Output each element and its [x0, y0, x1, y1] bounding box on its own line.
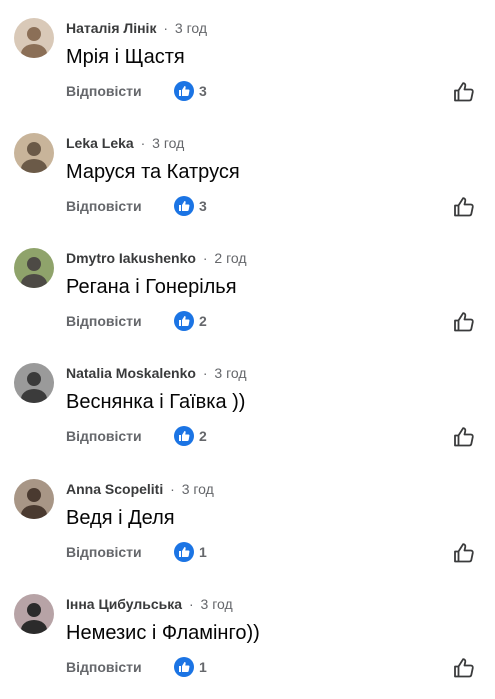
author-name[interactable]: Anna Scopeliti — [66, 481, 163, 497]
comment: Natalia Moskalenko · 3 год Веснянка і Га… — [0, 345, 495, 461]
timestamp[interactable]: 2 год — [214, 250, 246, 266]
separator-dot: · — [202, 365, 208, 381]
timestamp[interactable]: 3 год — [152, 135, 184, 151]
avatar-image — [14, 594, 54, 634]
like-reaction-icon — [174, 657, 194, 677]
reply-button[interactable]: Відповісти — [66, 312, 142, 330]
author-name[interactable]: Natalia Moskalenko — [66, 365, 196, 381]
like-reaction-icon — [174, 311, 194, 331]
avatar[interactable] — [14, 594, 54, 634]
avatar[interactable] — [14, 133, 54, 173]
separator-dot: · — [163, 20, 169, 36]
comment-text: Ведя і Деля — [66, 507, 175, 529]
reaction-count: 1 — [199, 544, 207, 560]
comment-header: Dmytro Iakushenko · 2 год — [66, 249, 247, 267]
timestamp[interactable]: 3 год — [175, 20, 207, 36]
comment: Інна Цибульська · 3 год Немезис і Фламін… — [0, 576, 495, 692]
author-name[interactable]: Leka Leka — [66, 135, 134, 151]
separator-dot: · — [188, 596, 194, 612]
timestamp[interactable]: 3 год — [201, 596, 233, 612]
avatar[interactable] — [14, 248, 54, 288]
comment: Leka Leka · 3 год Маруся та Катруся Відп… — [0, 115, 495, 231]
comment-text: Немезис і Фламінго)) — [66, 622, 260, 644]
avatar[interactable] — [14, 363, 54, 403]
avatar[interactable] — [14, 479, 54, 519]
reaction-summary[interactable]: 3 — [174, 80, 207, 102]
comment-text: Маруся та Катруся — [66, 161, 240, 183]
reaction-summary[interactable]: 1 — [174, 656, 207, 678]
reaction-summary[interactable]: 2 — [174, 425, 207, 447]
author-name[interactable]: Dmytro Iakushenko — [66, 250, 196, 266]
avatar-image — [14, 363, 54, 403]
reply-button[interactable]: Відповісти — [66, 427, 142, 445]
thumbs-up-outline-icon[interactable] — [452, 195, 476, 219]
thumbs-up-outline-icon[interactable] — [452, 656, 476, 680]
avatar-image — [14, 248, 54, 288]
comment-header: Natalia Moskalenko · 3 год — [66, 364, 247, 382]
reaction-summary[interactable]: 3 — [174, 195, 207, 217]
author-name[interactable]: Наталія Лінік — [66, 20, 156, 36]
author-name[interactable]: Інна Цибульська — [66, 596, 182, 612]
comment: Anna Scopeliti · 3 год Ведя і Деля Відпо… — [0, 461, 495, 577]
separator-dot: · — [140, 135, 146, 151]
comment: Наталія Лінік · 3 год Мрія і Щастя Відпо… — [0, 0, 495, 116]
reply-button[interactable]: Відповісти — [66, 197, 142, 215]
separator-dot: · — [170, 481, 175, 497]
thumbs-up-outline-icon[interactable] — [452, 80, 476, 104]
thumbs-up-outline-icon[interactable] — [452, 425, 476, 449]
comment-header: Наталія Лінік · 3 год — [66, 19, 207, 37]
separator-dot: · — [202, 250, 208, 266]
reaction-count: 2 — [199, 428, 207, 444]
avatar-image — [14, 133, 54, 173]
comment-header: Leka Leka · 3 год — [66, 134, 184, 152]
thumbs-up-outline-icon[interactable] — [452, 310, 476, 334]
avatar-image — [14, 18, 54, 58]
like-reaction-icon — [174, 426, 194, 446]
reaction-count: 3 — [199, 83, 207, 99]
comment-header: Anna Scopeliti · 3 год — [66, 480, 214, 498]
avatar-image — [14, 479, 54, 519]
reaction-count: 3 — [199, 198, 207, 214]
comment-header: Інна Цибульська · 3 год — [66, 595, 233, 613]
timestamp[interactable]: 3 год — [214, 365, 246, 381]
timestamp[interactable]: 3 год — [182, 481, 214, 497]
comment: Dmytro Iakushenko · 2 год Регана і Гонер… — [0, 230, 495, 346]
comment-text: Регана і Гонерілья — [66, 276, 237, 298]
thumbs-up-outline-icon[interactable] — [452, 541, 476, 565]
like-reaction-icon — [174, 81, 194, 101]
reaction-count: 2 — [199, 313, 207, 329]
like-reaction-icon — [174, 542, 194, 562]
reply-button[interactable]: Відповісти — [66, 543, 142, 561]
comment-text: Мрія і Щастя — [66, 46, 185, 68]
like-reaction-icon — [174, 196, 194, 216]
reaction-summary[interactable]: 2 — [174, 310, 207, 332]
comment-text: Веснянка і Гаївка )) — [66, 391, 246, 413]
avatar[interactable] — [14, 18, 54, 58]
reaction-count: 1 — [199, 659, 207, 675]
reaction-summary[interactable]: 1 — [174, 541, 207, 563]
reply-button[interactable]: Відповісти — [66, 658, 142, 676]
reply-button[interactable]: Відповісти — [66, 82, 142, 100]
